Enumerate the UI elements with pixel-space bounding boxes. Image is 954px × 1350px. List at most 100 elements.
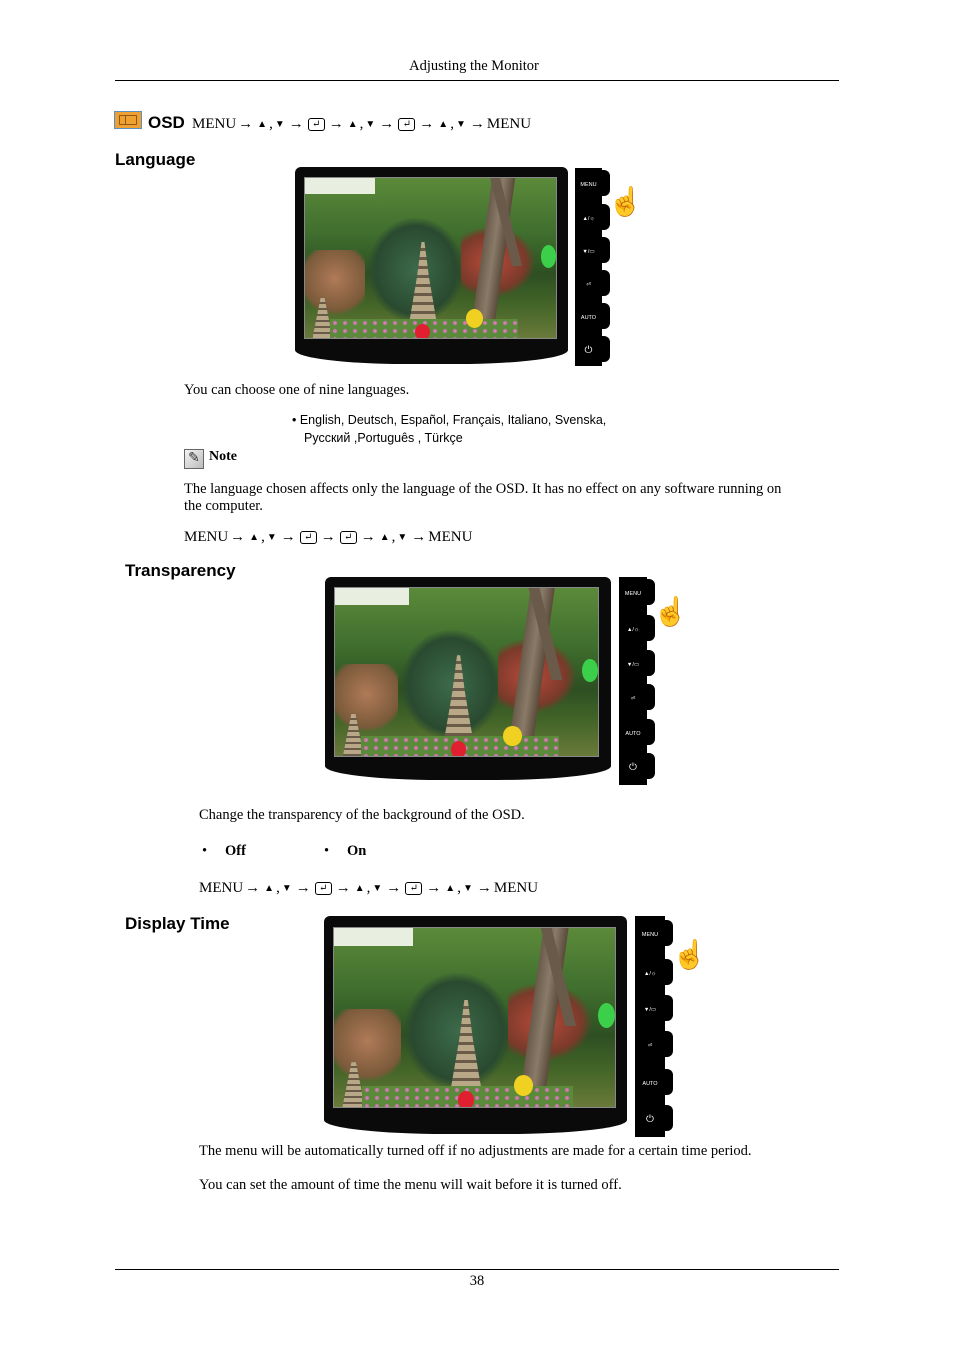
- right-arrow-icon: →: [320, 529, 336, 545]
- monitor-illustration-language: MENU ▲/☼ ▼/▭ ⏎ AUTO ⏻ ☝: [295, 167, 645, 372]
- power-button: ⏻: [635, 1105, 673, 1131]
- down-arrow-icon: ▼: [462, 883, 473, 894]
- menu-key-label: MENU: [199, 880, 244, 896]
- right-arrow-icon: →: [411, 529, 427, 545]
- down-arrow-icon: ▼: [365, 119, 376, 130]
- note-text: The language chosen affects only the lan…: [184, 481, 782, 514]
- enter-button: ⏎: [619, 684, 655, 710]
- down-arrow-icon: ▼: [281, 883, 292, 894]
- option-on: On: [347, 843, 367, 859]
- menu-key-label: MENU: [184, 529, 229, 545]
- menu-key-label: MENU: [486, 116, 532, 132]
- section-title-transparency: Transparency: [125, 561, 236, 580]
- right-arrow-icon: →: [238, 116, 254, 132]
- separator: ,: [269, 116, 273, 132]
- monitor-illustration-transparency: MENU ▲/☼ ▼/▭ ⏎ AUTO ⏻ ☝: [325, 577, 690, 789]
- power-button: ⏻: [619, 753, 655, 779]
- separator: ,: [366, 880, 371, 896]
- language-list-line1: • English, Deutsch, Español, Français, I…: [292, 413, 607, 427]
- language-description: You can choose one of nine languages.: [184, 382, 410, 398]
- right-arrow-icon: →: [280, 529, 296, 545]
- bullet: •: [324, 843, 330, 859]
- right-arrow-icon: →: [230, 529, 246, 545]
- down-arrow-icon: ▼: [455, 119, 466, 130]
- down-magic-button: ▼/▭: [575, 237, 610, 263]
- enter-key-icon: ↵: [398, 118, 416, 131]
- right-arrow-icon: →: [379, 116, 395, 132]
- note-icon: ✎: [184, 449, 204, 469]
- transparency-key-sequence: MENU → ▲, ▼ → ↵ → ▲, ▼ → ↵ → ▲, ▼ → MENU: [199, 880, 538, 897]
- right-arrow-icon: →: [360, 529, 376, 545]
- enter-key-icon: ↵: [339, 531, 357, 544]
- language-key-sequence: MENU → ▲, ▼ → ↵ → ↵ → ▲, ▼ → MENU: [184, 529, 472, 546]
- footer-rule: [115, 1269, 839, 1270]
- auto-button: AUTO: [619, 719, 655, 745]
- bullet: •: [202, 843, 208, 859]
- right-arrow-icon: →: [245, 880, 261, 896]
- separator: ,: [391, 529, 396, 545]
- monitor-control-panel: MENU ▲/☼ ▼/▭ ⏎ AUTO ⏻: [575, 168, 610, 366]
- power-button: ⏻: [575, 336, 610, 362]
- up-brightness-button: ▲/☼: [619, 615, 655, 641]
- up-arrow-icon: ▲: [354, 883, 365, 894]
- separator: ,: [359, 116, 364, 132]
- osd-key-sequence: MENU → ▲, ▼ → ↵ → ▲, ▼ → ↵ → ▲, ▼ → MENU: [192, 116, 531, 133]
- enter-key-icon: ↵: [405, 882, 423, 895]
- display-time-description-1: The menu will be automatically turned of…: [199, 1143, 752, 1159]
- separator: ,: [450, 116, 454, 132]
- up-arrow-icon: ▲: [347, 119, 358, 130]
- hand-pointer-icon: ☝: [653, 597, 688, 628]
- menu-key-label: MENU: [493, 880, 539, 896]
- auto-button: AUTO: [575, 303, 610, 329]
- right-arrow-icon: →: [419, 116, 435, 132]
- enter-button: ⏎: [635, 1031, 673, 1057]
- monitor-illustration-display-time: MENU ▲/☼ ▼/▭ ⏎ AUTO ⏻ ☝: [324, 916, 709, 1141]
- down-magic-button: ▼/▭: [635, 995, 673, 1021]
- page-header-title: Adjusting the Monitor: [409, 58, 539, 74]
- section-title-display-time: Display Time: [125, 914, 230, 933]
- menu-button: MENU: [619, 579, 655, 605]
- right-arrow-icon: →: [295, 880, 311, 896]
- separator: ,: [276, 880, 280, 896]
- up-arrow-icon: ▲: [264, 883, 275, 894]
- right-arrow-icon: →: [426, 880, 442, 896]
- menu-key-label: MENU: [428, 529, 473, 545]
- note-label: Note: [209, 449, 237, 464]
- up-arrow-icon: ▲: [249, 532, 260, 543]
- down-arrow-icon: ▼: [274, 119, 285, 130]
- section-title-language: Language: [115, 150, 196, 169]
- up-arrow-icon: ▲: [445, 883, 456, 894]
- monitor-control-panel: MENU ▲/☼ ▼/▭ ⏎ AUTO ⏻: [635, 916, 673, 1137]
- right-arrow-icon: →: [469, 116, 485, 132]
- osd-menu-icon: [114, 111, 142, 129]
- separator: ,: [457, 880, 461, 896]
- enter-key-icon: ↵: [307, 118, 325, 131]
- right-arrow-icon: →: [386, 880, 402, 896]
- down-arrow-icon: ▼: [372, 883, 383, 894]
- menu-button: MENU: [575, 170, 610, 196]
- up-arrow-icon: ▲: [257, 119, 268, 130]
- monitor-control-panel: MENU ▲/☼ ▼/▭ ⏎ AUTO ⏻: [619, 577, 655, 785]
- right-arrow-icon: →: [476, 880, 492, 896]
- separator: ,: [261, 529, 265, 545]
- right-arrow-icon: →: [335, 880, 351, 896]
- enter-key-icon: ↵: [314, 882, 332, 895]
- hand-pointer-icon: ☝: [608, 187, 643, 218]
- option-off: Off: [225, 843, 246, 859]
- display-time-description-2: You can set the amount of time the menu …: [199, 1177, 622, 1193]
- up-arrow-icon: ▲: [379, 532, 390, 543]
- up-brightness-button: ▲/☼: [575, 204, 610, 230]
- osd-label: OSD: [148, 113, 185, 132]
- menu-button: MENU: [635, 920, 673, 946]
- auto-button: AUTO: [635, 1069, 673, 1095]
- hand-pointer-icon: ☝: [672, 940, 707, 971]
- up-arrow-icon: ▲: [438, 119, 449, 130]
- page-number: 38: [469, 1273, 485, 1289]
- up-brightness-button: ▲/☼: [635, 959, 673, 985]
- enter-button: ⏎: [575, 270, 610, 296]
- down-arrow-icon: ▼: [397, 532, 408, 543]
- header-rule: [115, 80, 839, 81]
- right-arrow-icon: →: [288, 116, 304, 132]
- enter-key-icon: ↵: [299, 531, 317, 544]
- down-magic-button: ▼/▭: [619, 650, 655, 676]
